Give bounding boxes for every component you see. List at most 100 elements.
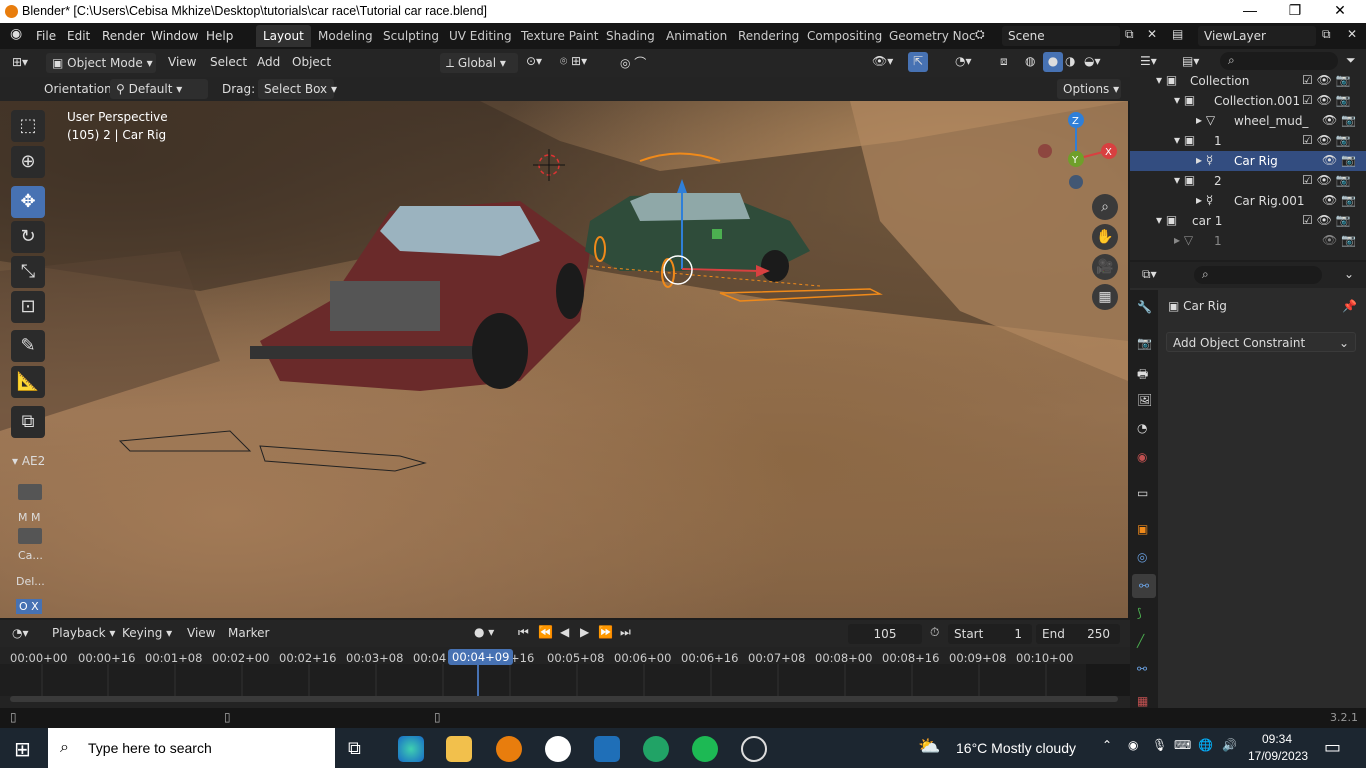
visibility-icon[interactable]: 👁▾ <box>872 54 893 68</box>
camera-tray-icon[interactable]: ◉ <box>1128 738 1138 752</box>
cursor-tool-icon[interactable]: ⊕ <box>11 146 45 178</box>
microphone-icon[interactable]: 🎙 <box>1152 738 1167 752</box>
affinity-app-icon[interactable] <box>594 736 620 762</box>
volume-icon[interactable]: 🔊 <box>1222 738 1237 752</box>
current-time-indicator[interactable]: 00:04+09 <box>448 649 514 665</box>
weather-icon[interactable]: ⛅ <box>918 736 940 757</box>
menu-render[interactable]: Render <box>102 29 145 43</box>
properties-editor-icon[interactable]: ⧉▾ <box>1142 267 1157 282</box>
tool-panel-item-ox[interactable]: O X <box>16 599 42 614</box>
outliner-row[interactable]: ▾ ▣ 2 ☑ 👁 📷 <box>1130 171 1366 191</box>
navigation-gizmo[interactable]: Z X Y <box>1030 106 1125 196</box>
camera-view-icon[interactable]: 🎥 <box>1092 254 1118 280</box>
transform-tool-icon[interactable]: ⊡ <box>11 291 45 323</box>
network-icon[interactable]: 🌐 <box>1198 738 1213 752</box>
timeline-scrollbar[interactable] <box>10 696 1118 702</box>
blender-taskbar-icon[interactable] <box>496 736 522 762</box>
menu-timeline-view[interactable]: View <box>187 626 215 640</box>
restore-button[interactable]: ❐ <box>1275 2 1315 19</box>
row-visibility-icons[interactable]: ☑ 👁 📷 <box>1302 133 1351 147</box>
row-visibility-icons[interactable]: ☑ 👁 📷 <box>1302 93 1351 107</box>
row-visibility-icons[interactable]: ☑ 👁 📷 <box>1302 213 1351 227</box>
windows-start-icon[interactable]: ⊞ <box>14 737 31 761</box>
play-reverse-icon[interactable]: ◀ <box>560 625 569 639</box>
bone-tab-icon[interactable]: ╱ <box>1137 634 1144 648</box>
wireframe-shading-icon[interactable]: ◍ <box>1025 54 1035 68</box>
tool-panel-item-mm[interactable]: M M <box>18 511 40 524</box>
gizmo-neg-x[interactable] <box>1038 144 1052 158</box>
tab-rendering[interactable]: Rendering <box>731 25 806 47</box>
file-explorer-icon[interactable] <box>446 736 472 762</box>
xray-toggle-icon[interactable]: ⧈ <box>1000 54 1008 69</box>
3d-viewport[interactable]: User Perspective (105) 2 | Car Rig Z X Y… <box>0 101 1128 618</box>
obs-studio-icon[interactable] <box>741 736 767 762</box>
row-visibility-icons[interactable]: 👁 📷 <box>1322 153 1356 167</box>
object-data-tab-icon[interactable]: ⟆ <box>1137 606 1142 620</box>
pivot-icon[interactable]: ⊙▾ <box>526 54 542 68</box>
tab-texture-paint[interactable]: Texture Paint <box>514 25 605 47</box>
tool-tab-icon[interactable]: 🔧 <box>1137 300 1152 314</box>
tab-sculpting[interactable]: Sculpting <box>376 25 446 47</box>
weather-text[interactable]: 16°C Mostly cloudy <box>956 740 1076 756</box>
drag-selector[interactable]: Select Box ▾ <box>258 79 337 99</box>
menu-file[interactable]: File <box>36 29 56 43</box>
outliner-row[interactable]: ▾ ▣ car 1 ☑ 👁 📷 <box>1130 211 1366 231</box>
physics-tab-icon[interactable]: ◎ <box>1137 550 1147 564</box>
measure-tool-icon[interactable]: 📐 <box>11 366 45 398</box>
row-visibility-icons[interactable]: ☑ 👁 📷 <box>1302 73 1351 87</box>
outliner-editor-icon[interactable]: ☰▾ <box>1140 54 1157 68</box>
orientation-selector[interactable]: ⚲ Default ▾ <box>110 79 208 99</box>
menu-select[interactable]: Select <box>210 55 247 69</box>
tab-layout[interactable]: Layout <box>256 25 311 47</box>
new-view-layer-icon[interactable]: ⧉ <box>1322 27 1331 42</box>
view-layer-selector[interactable]: ViewLayer <box>1198 26 1316 46</box>
jump-keyframe-back-icon[interactable]: ⏪ <box>538 625 553 639</box>
render-tab-icon[interactable]: 📷 <box>1137 336 1152 350</box>
add-object-constraint-dropdown[interactable]: Add Object Constraint ⌄ <box>1166 332 1356 352</box>
spotify-icon[interactable] <box>692 736 718 762</box>
scale-tool-icon[interactable]: ⤡ <box>11 256 45 288</box>
language-icon[interactable]: ⌨ <box>1174 738 1191 752</box>
new-scene-icon[interactable]: ⧉ <box>1125 27 1134 42</box>
pan-hand-icon[interactable]: ✋ <box>1092 224 1118 250</box>
menu-help[interactable]: Help <box>206 29 233 43</box>
stopwatch-icon[interactable]: ⏱ <box>930 625 939 640</box>
filter-icon[interactable]: ⏷ <box>1346 53 1356 68</box>
outliner-row[interactable]: ▾ ▣ 1 ☑ 👁 📷 <box>1130 131 1366 151</box>
menu-edit[interactable]: Edit <box>67 29 90 43</box>
taskbar-search-box[interactable]: ⌕ Type here to search <box>48 728 335 768</box>
outliner-row[interactable]: ▸ ☿ Car Rig.001 👁 📷 <box>1130 191 1366 211</box>
fiverr-icon[interactable] <box>643 736 669 762</box>
outliner-row[interactable]: ▾ ▣ Collection ☑ 👁 📷 <box>1130 71 1366 91</box>
menu-keying[interactable]: Keying ▾ <box>122 626 172 640</box>
overlay-toggle-icon[interactable]: ◔▾ <box>955 54 972 68</box>
outliner-search-input[interactable]: ⌕ <box>1220 52 1338 70</box>
output-tab-icon[interactable]: 🖶 <box>1137 365 1148 386</box>
annotate-tool-icon[interactable]: ✎ <box>11 330 45 362</box>
properties-search-input[interactable]: ⌕ <box>1194 266 1322 284</box>
move-tool-icon[interactable]: ✥ <box>11 186 45 218</box>
gizmo-toggle-icon[interactable]: ⇱ <box>908 52 928 72</box>
end-frame-field[interactable]: End 250 <box>1036 624 1120 644</box>
scene-tab-icon[interactable]: ◔ <box>1137 421 1147 435</box>
menu-playback[interactable]: Playback ▾ <box>52 626 115 640</box>
start-frame-field[interactable]: Start 1 <box>948 624 1032 644</box>
solid-shading-icon[interactable]: ● <box>1043 52 1063 72</box>
edge-browser-icon[interactable] <box>398 736 424 762</box>
constraints-tab-icon[interactable]: ⚯ <box>1132 574 1156 598</box>
menu-add[interactable]: Add <box>257 55 280 69</box>
mode-selector[interactable]: ▣ Object Mode ▾ <box>46 53 156 73</box>
object-tab-icon[interactable]: ▣ <box>1137 522 1148 536</box>
ortho-toggle-icon[interactable]: ▦ <box>1092 284 1118 310</box>
jump-end-icon[interactable]: ⏭ <box>620 625 631 640</box>
select-box-tool-icon[interactable]: ⬚ <box>11 110 45 142</box>
rotate-tool-icon[interactable]: ↻ <box>11 221 45 253</box>
menu-marker[interactable]: Marker <box>228 626 269 640</box>
outliner-display-mode-icon[interactable]: ▤▾ <box>1182 54 1199 68</box>
transform-orientation-selector[interactable]: ⟂ Global ▾ <box>440 53 518 73</box>
gizmo-neg-z[interactable] <box>1069 175 1083 189</box>
current-frame-field[interactable]: 105 <box>848 624 922 644</box>
tab-uv-editing[interactable]: UV Editing <box>442 25 519 47</box>
play-icon[interactable]: ▶ <box>580 625 589 639</box>
outliner-row[interactable]: ▸ ▽ wheel_mud_ 👁 📷 <box>1130 111 1366 131</box>
